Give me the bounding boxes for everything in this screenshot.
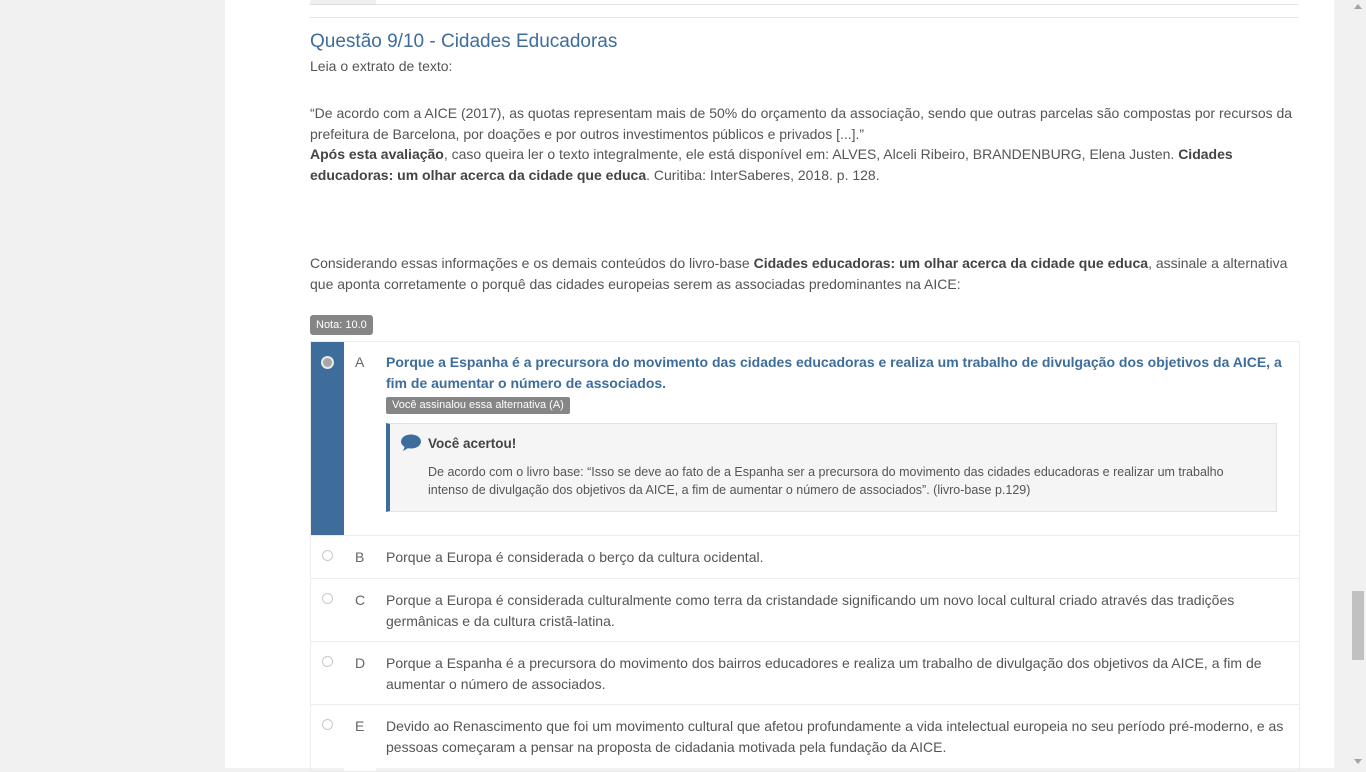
option-b[interactable]: B Porque a Europa é considerada o berço … — [311, 536, 1299, 579]
grade-badge: Nota: 10.0 — [310, 315, 373, 335]
option-b-text: Porque a Europa é considerada o berço da… — [386, 549, 764, 565]
question-title: Questão 9/10 - Cidades Educadoras — [310, 31, 618, 52]
question-page: Questão 9/10 - Cidades Educadoras Leia o… — [225, 0, 1334, 772]
page-scrollbar[interactable] — [1350, 0, 1366, 768]
feedback-box: Você acertou! De acordo com o livro base… — [386, 423, 1277, 512]
option-c-radio[interactable] — [322, 593, 333, 604]
answer-options: A Porque a Espanha é a precursora do mov… — [310, 341, 1300, 772]
divider — [310, 17, 1298, 18]
option-c[interactable]: C Porque a Europa é considerada cultural… — [311, 579, 1299, 642]
option-a-radio[interactable] — [321, 356, 334, 369]
option-d-radio[interactable] — [322, 656, 333, 667]
feedback-body: De acordo com o livro base: “Isso se dev… — [428, 464, 1224, 497]
option-a-letter: A — [355, 354, 365, 370]
option-e-text: Devido ao Renascimento que foi um movime… — [386, 718, 1284, 755]
question-prompt: Considerando essas informações e os dema… — [310, 255, 1288, 292]
comment-icon — [401, 434, 421, 451]
feedback-title: Você acertou! — [428, 436, 517, 451]
scrollbar-thumb[interactable] — [1352, 591, 1364, 660]
option-c-text: Porque a Europa é considerada culturalme… — [386, 592, 1235, 629]
option-b-letter: B — [355, 549, 365, 565]
option-a[interactable]: A Porque a Espanha é a precursora do mov… — [311, 342, 1299, 536]
option-e[interactable]: E Devido ao Renascimento que foi um movi… — [311, 705, 1299, 772]
scroll-down-arrow-icon[interactable] — [1354, 759, 1362, 764]
option-d[interactable]: D Porque a Espanha é a precursora do mov… — [311, 642, 1299, 705]
option-b-radio[interactable] — [322, 550, 333, 561]
question-source: Após esta avaliação, caso queira ler o t… — [310, 146, 1233, 183]
option-e-radio[interactable] — [322, 719, 333, 730]
scroll-up-arrow-icon[interactable] — [1354, 4, 1362, 9]
selected-alternative-badge: Você assinalou essa alternativa (A) — [386, 397, 570, 414]
previous-question-footer — [310, 0, 1298, 5]
option-d-letter: D — [355, 655, 366, 671]
option-d-text: Porque a Espanha é a precursora do movim… — [386, 655, 1262, 692]
option-e-letter: E — [355, 718, 365, 734]
selected-indicator-bar — [311, 342, 344, 535]
option-c-letter: C — [355, 592, 366, 608]
question-intro: Leia o extrato de texto: — [310, 58, 453, 74]
option-a-text: Porque a Espanha é a precursora do movim… — [386, 354, 1282, 391]
question-quote: “De acordo com a AICE (2017), as quotas … — [310, 105, 1293, 142]
